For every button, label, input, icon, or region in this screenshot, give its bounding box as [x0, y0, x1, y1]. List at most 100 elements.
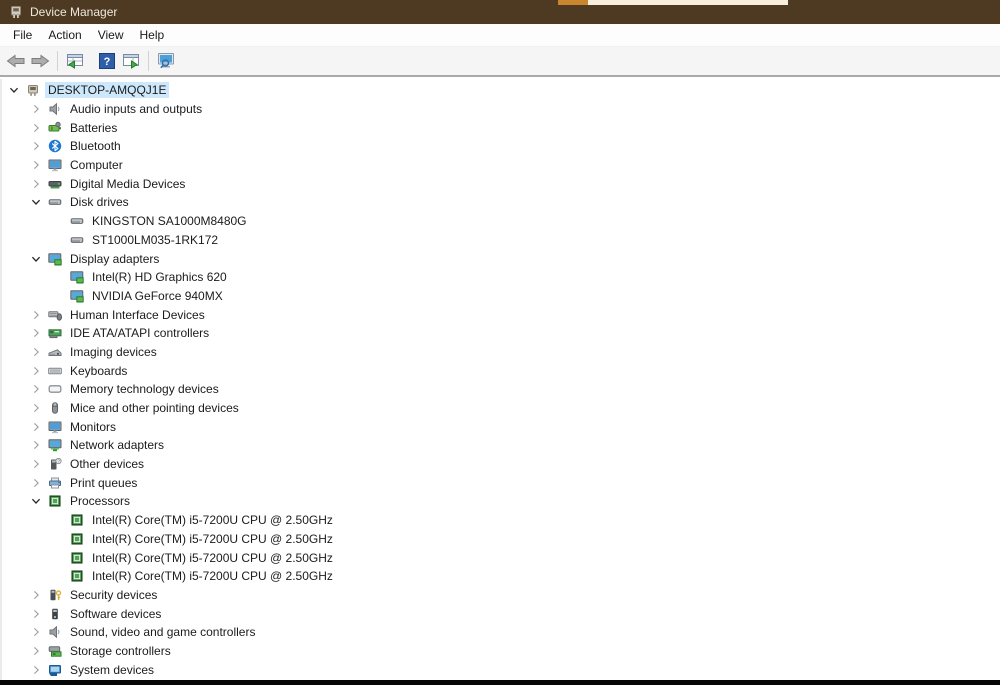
- tree-item-label[interactable]: Intel(R) Core(TM) i5-7200U CPU @ 2.50GHz: [89, 512, 336, 528]
- tree-item[interactable]: DESKTOP-AMQQJ1E: [2, 81, 1000, 100]
- chevron-down-icon[interactable]: [30, 253, 42, 265]
- chevron-right-icon[interactable]: [30, 309, 42, 321]
- tree-item[interactable]: Software devices: [2, 604, 1000, 623]
- tree-item[interactable]: Print queues: [2, 473, 1000, 492]
- tree-item-label[interactable]: Sound, video and game controllers: [67, 624, 258, 640]
- tree-item-label[interactable]: Security devices: [67, 587, 160, 603]
- tree-item[interactable]: Bluetooth: [2, 137, 1000, 156]
- tree-item-label[interactable]: Software devices: [67, 606, 164, 622]
- tree-item[interactable]: KINGSTON SA1000M8480G: [2, 212, 1000, 231]
- chevron-right-icon[interactable]: [30, 439, 42, 451]
- tree-item[interactable]: Audio inputs and outputs: [2, 100, 1000, 119]
- menu-help[interactable]: Help: [132, 25, 173, 45]
- menu-action[interactable]: Action: [40, 25, 89, 45]
- tree-item-label[interactable]: Display adapters: [67, 251, 162, 267]
- tree-item[interactable]: Intel(R) Core(TM) i5-7200U CPU @ 2.50GHz: [2, 548, 1000, 567]
- chevron-down-icon[interactable]: [8, 84, 20, 96]
- tree-item[interactable]: Intel(R) Core(TM) i5-7200U CPU @ 2.50GHz: [2, 511, 1000, 530]
- tree-item-label[interactable]: System devices: [67, 662, 157, 678]
- tree-item-label[interactable]: IDE ATA/ATAPI controllers: [67, 325, 212, 341]
- tree-item[interactable]: Security devices: [2, 586, 1000, 605]
- tree-item-label[interactable]: KINGSTON SA1000M8480G: [89, 213, 250, 229]
- chevron-right-icon[interactable]: [30, 327, 42, 339]
- tree-item[interactable]: Monitors: [2, 417, 1000, 436]
- scan-hardware-changes-button[interactable]: [154, 49, 178, 73]
- tree-item-label[interactable]: DESKTOP-AMQQJ1E: [45, 82, 170, 99]
- tree-item-label[interactable]: Memory technology devices: [67, 381, 222, 397]
- chevron-right-icon[interactable]: [30, 103, 42, 115]
- tree-item[interactable]: Human Interface Devices: [2, 305, 1000, 324]
- tree-item[interactable]: ST1000LM035-1RK172: [2, 231, 1000, 250]
- tree-item-label[interactable]: Bluetooth: [67, 138, 124, 154]
- chevron-right-icon[interactable]: [30, 626, 42, 638]
- tree-item[interactable]: Network adapters: [2, 436, 1000, 455]
- tree-item-label[interactable]: Keyboards: [67, 363, 130, 379]
- help-button[interactable]: ?: [95, 49, 119, 73]
- tree-item[interactable]: IDE ATA/ATAPI controllers: [2, 324, 1000, 343]
- menu-view[interactable]: View: [90, 25, 132, 45]
- tree-item-label[interactable]: Intel(R) Core(TM) i5-7200U CPU @ 2.50GHz: [89, 550, 336, 566]
- tree-item-label[interactable]: Disk drives: [67, 194, 132, 210]
- tree-item-label[interactable]: Digital Media Devices: [67, 176, 188, 192]
- chevron-right-icon[interactable]: [30, 178, 42, 190]
- tree-item[interactable]: Storage controllers: [2, 642, 1000, 661]
- tree-item-label[interactable]: Intel(R) Core(TM) i5-7200U CPU @ 2.50GHz: [89, 531, 336, 547]
- chevron-right-icon[interactable]: [30, 645, 42, 657]
- chevron-right-icon[interactable]: [30, 140, 42, 152]
- tree-item-label[interactable]: Audio inputs and outputs: [67, 101, 205, 117]
- chevron-placeholder: [52, 514, 64, 526]
- chevron-right-icon[interactable]: [30, 122, 42, 134]
- tree-item[interactable]: Batteries: [2, 118, 1000, 137]
- chevron-down-icon[interactable]: [30, 196, 42, 208]
- chevron-right-icon[interactable]: [30, 608, 42, 620]
- chevron-right-icon[interactable]: [30, 477, 42, 489]
- chevron-right-icon[interactable]: [30, 365, 42, 377]
- tree-item-label[interactable]: Mice and other pointing devices: [67, 400, 242, 416]
- tree-item[interactable]: Intel(R) Core(TM) i5-7200U CPU @ 2.50GHz: [2, 530, 1000, 549]
- menu-file[interactable]: File: [5, 25, 40, 45]
- tree-item[interactable]: ? Other devices: [2, 455, 1000, 474]
- action-pane-button[interactable]: [119, 49, 143, 73]
- tree-item[interactable]: Display adapters: [2, 249, 1000, 268]
- tree-item-label[interactable]: ST1000LM035-1RK172: [89, 232, 221, 248]
- tree-item-label[interactable]: Intel(R) Core(TM) i5-7200U CPU @ 2.50GHz: [89, 568, 336, 584]
- tree-item-label[interactable]: Imaging devices: [67, 344, 160, 360]
- chevron-right-icon[interactable]: [30, 402, 42, 414]
- tree-item-label[interactable]: Batteries: [67, 120, 120, 136]
- chevron-down-icon[interactable]: [30, 495, 42, 507]
- tree-item-label[interactable]: Print queues: [67, 475, 140, 491]
- tree-item-label[interactable]: NVIDIA GeForce 940MX: [89, 288, 226, 304]
- chevron-right-icon[interactable]: [30, 458, 42, 470]
- chevron-right-icon[interactable]: [30, 664, 42, 676]
- tree-item[interactable]: NVIDIA GeForce 940MX: [2, 287, 1000, 306]
- chevron-right-icon[interactable]: [30, 589, 42, 601]
- tree-item-label[interactable]: Other devices: [67, 456, 147, 472]
- tree-item[interactable]: Digital Media Devices: [2, 174, 1000, 193]
- tree-item[interactable]: Mice and other pointing devices: [2, 399, 1000, 418]
- tree-item-label[interactable]: Network adapters: [67, 437, 167, 453]
- tree-item-label[interactable]: Storage controllers: [67, 643, 174, 659]
- tree-item[interactable]: Sound, video and game controllers: [2, 623, 1000, 642]
- tree-item[interactable]: Computer: [2, 156, 1000, 175]
- tree-item[interactable]: Intel(R) HD Graphics 620: [2, 268, 1000, 287]
- tree-item[interactable]: Memory technology devices: [2, 380, 1000, 399]
- tree-item-label[interactable]: Processors: [67, 493, 133, 509]
- tree-item[interactable]: System devices: [2, 660, 1000, 679]
- back-button[interactable]: [4, 49, 28, 73]
- tree-item[interactable]: Keyboards: [2, 361, 1000, 380]
- tree-item-label[interactable]: Monitors: [67, 419, 119, 435]
- chevron-right-icon[interactable]: [30, 421, 42, 433]
- tree-item[interactable]: Disk drives: [2, 193, 1000, 212]
- chevron-right-icon[interactable]: [30, 159, 42, 171]
- tree-item-label[interactable]: Intel(R) HD Graphics 620: [89, 269, 230, 285]
- chevron-right-icon[interactable]: [30, 383, 42, 395]
- chevron-right-icon[interactable]: [30, 346, 42, 358]
- tree-item[interactable]: Intel(R) Core(TM) i5-7200U CPU @ 2.50GHz: [2, 567, 1000, 586]
- show-console-tree-button[interactable]: [63, 49, 87, 73]
- tree-item-label[interactable]: Computer: [67, 157, 126, 173]
- tree-item[interactable]: Processors: [2, 492, 1000, 511]
- title-bar: Device Manager: [0, 0, 1000, 24]
- forward-button[interactable]: [28, 49, 52, 73]
- tree-item-label[interactable]: Human Interface Devices: [67, 307, 208, 323]
- tree-item[interactable]: Imaging devices: [2, 343, 1000, 362]
